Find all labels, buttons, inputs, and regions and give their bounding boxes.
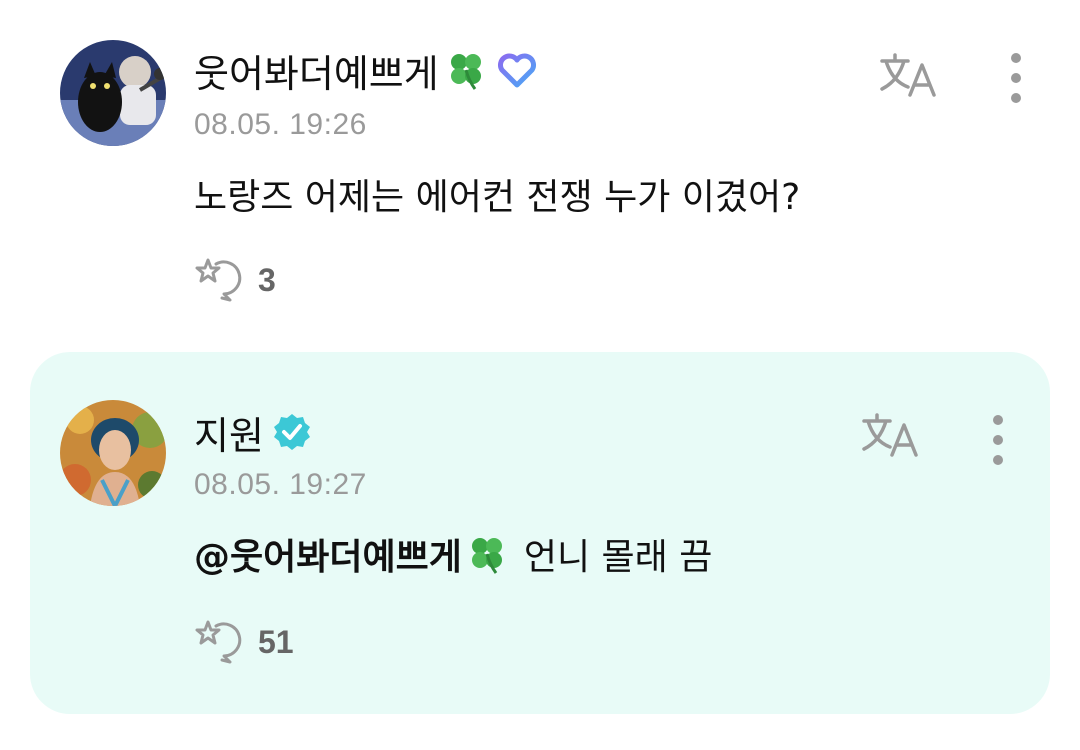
reaction-button[interactable]: 3: [194, 254, 276, 306]
translate-button[interactable]: [876, 50, 942, 102]
reaction-icon: [194, 254, 244, 306]
comment-timestamp: 08.05. 19:27: [194, 468, 367, 501]
comment-timestamp: 08.05. 19:26: [194, 108, 367, 141]
reaction-count: 3: [258, 261, 276, 298]
comment-item: 웃어봐더예쁘게 08.05. 19:26 노랑즈 어제는 에어컨 전쟁 누가 이…: [0, 0, 1080, 340]
more-options-button[interactable]: [978, 410, 1018, 470]
translate-icon: [862, 413, 918, 457]
more-vertical-icon: [1011, 53, 1021, 103]
avatar[interactable]: [60, 40, 166, 146]
membership-heart-icon: [497, 52, 537, 88]
reaction-icon: [194, 616, 244, 668]
author-row: 웃어봐더예쁘게: [194, 44, 537, 96]
comment-body: 언니 몰래 끔: [523, 537, 713, 578]
comment-text: @웃어봐더예쁘게 언니 몰래 끔: [194, 528, 712, 580]
author-name[interactable]: 웃어봐더예쁘게: [194, 43, 439, 98]
comment-text: 노랑즈 어제는 에어컨 전쟁 누가 이겼어?: [194, 168, 800, 220]
translate-icon: [880, 53, 936, 97]
more-vertical-icon: [993, 415, 1003, 465]
author-row: 지원: [194, 406, 312, 458]
four-leaf-clover-icon: [445, 49, 487, 91]
mention-link[interactable]: @웃어봐더예쁘게: [194, 528, 508, 580]
more-options-button[interactable]: [996, 48, 1036, 108]
reaction-count: 51: [258, 623, 294, 660]
four-leaf-clover-icon: [466, 533, 508, 575]
author-name[interactable]: 지원: [194, 405, 264, 460]
translate-button[interactable]: [858, 410, 924, 462]
avatar[interactable]: [60, 400, 166, 506]
reply-item: 지원 08.05. 19:27 @웃어봐더예쁘게 언니 몰래 끔 51: [30, 352, 1050, 714]
comment-body: 노랑즈 어제는 에어컨 전쟁 누가 이겼어?: [194, 177, 801, 218]
verified-badge-icon: [272, 412, 312, 452]
reaction-button[interactable]: 51: [194, 616, 294, 668]
mention-text: @웃어봐더예쁘게: [194, 537, 462, 578]
